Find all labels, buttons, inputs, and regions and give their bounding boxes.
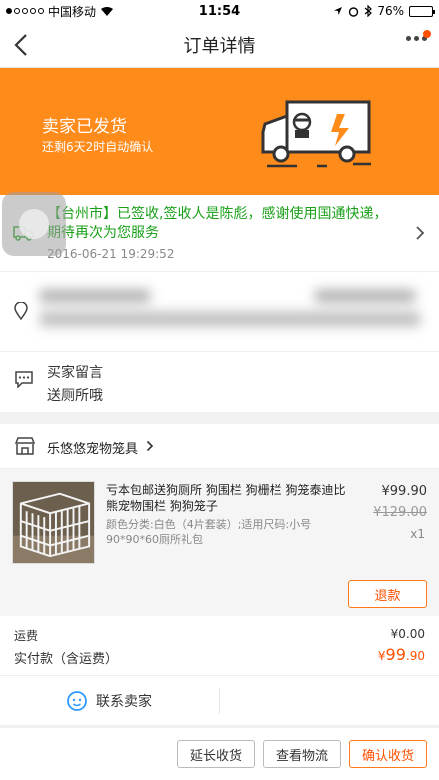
chat-bubble-icon [67,691,87,711]
logistics-time: 2016-06-21 19:29:52 [47,247,175,261]
buyer-note-label: 买家留言 [47,365,103,381]
buyer-note: 买家留言 送厕所哦 [0,352,439,412]
product-title[interactable]: 亏本包邮送狗厕所 狗围栏 狗栅栏 狗笼泰迪比熊宠物围栏 狗狗笼子 [106,482,351,514]
floating-assistive-button[interactable] [2,192,66,256]
contact-row: 联系卖家 [0,676,439,726]
chevron-right-icon [146,440,154,452]
divider [219,688,220,714]
shipping-fee-value: ¥0.00 [390,627,425,641]
location-icon [334,7,343,15]
view-logistics-button[interactable]: 查看物流 [262,740,341,768]
shop-row[interactable]: 乐悠悠宠物笼具 [0,424,439,469]
shipping-address [0,272,439,352]
product-price: ¥99.90 [381,484,428,499]
message-icon [15,371,33,388]
product-quantity: x1 [410,527,425,541]
location-pin-icon [14,302,28,320]
order-status-banner: 卖家已发货 还剩6天2时自动确认 [0,68,439,195]
logistics-message: 【台州市】已签收,签收人是陈彪，感谢使用国通快递，期待再次为您服务 [47,206,388,241]
order-totals: 运费 ¥0.00 实付款（含运费） ¥99.90 [0,616,439,676]
status-bar: 中国移动 11:54 76% [0,0,439,22]
paid-amount-value: ¥99.90 [377,645,425,664]
product-original-price: ¥129.00 [373,505,427,520]
order-actions: 延长收货 查看物流 确认收货 [0,728,439,780]
order-status: 卖家已发货 [42,117,127,137]
contact-seller-label: 联系卖家 [96,694,152,710]
shipping-fee-label: 运费 [14,629,39,643]
contact-seller-button[interactable]: 联系卖家 [66,690,152,712]
signal-icon [6,8,44,14]
shop-icon [14,437,36,455]
carrier-name: 中国移动 [48,4,97,19]
buyer-note-text: 送厕所哦 [47,388,103,404]
bluetooth-icon [364,5,373,17]
extend-receipt-button[interactable]: 延长收货 [176,740,255,768]
notification-dot [423,30,431,38]
nav-bar: 订单详情 [0,22,439,68]
back-icon[interactable] [10,32,34,58]
auto-confirm-countdown: 还剩6天2时自动确认 [42,140,154,154]
confirm-receipt-button[interactable]: 确认收货 [348,740,427,768]
shop-name[interactable]: 乐悠悠宠物笼具 [47,438,138,457]
battery-icon [409,5,435,17]
refund-button[interactable]: 退款 [348,580,427,608]
battery-percent: 76% [377,4,404,18]
address-blurred [40,286,425,336]
delivery-truck-icon [261,100,371,168]
product-sku: 颜色分类:白色（4片套装）;适用尺码:小号90*90*60厕所礼包 [106,518,312,546]
more-icon[interactable] [406,30,431,41]
clock: 11:54 [198,3,241,19]
product-item[interactable]: 亏本包邮送狗厕所 狗围栏 狗栅栏 狗笼泰迪比熊宠物围栏 狗狗笼子 颜色分类:白色… [0,469,439,616]
wifi-icon [101,6,114,16]
page-title: 订单详情 [183,35,256,57]
chevron-right-icon [416,226,425,240]
product-image[interactable] [12,481,95,564]
alarm-icon [349,6,359,17]
paid-amount-label: 实付款（含运费） [14,652,119,667]
